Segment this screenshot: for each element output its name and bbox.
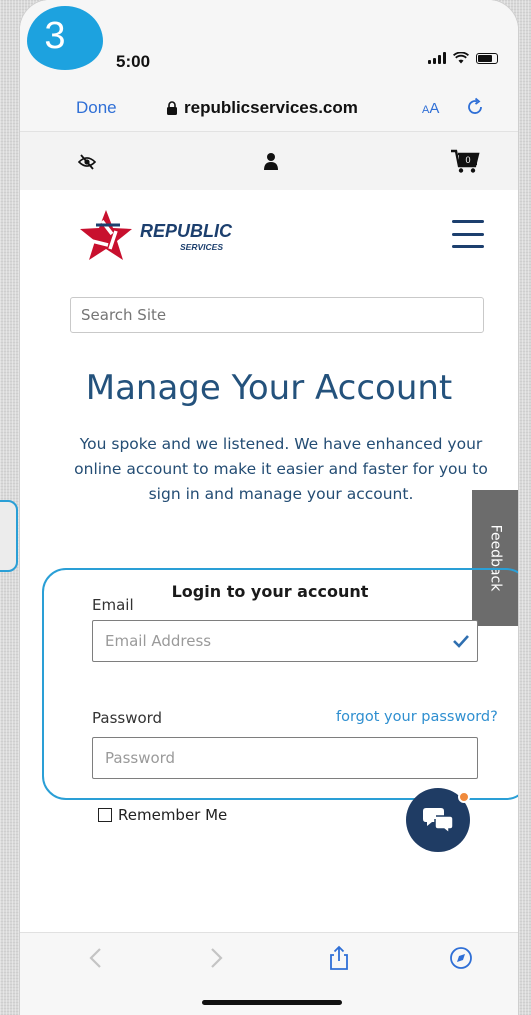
done-button[interactable]: Done (76, 98, 117, 118)
cart-icon[interactable]: 0 (450, 148, 480, 174)
lock-icon (167, 100, 177, 115)
chat-button[interactable] (406, 788, 470, 852)
checkmark-icon (453, 635, 469, 648)
share-icon[interactable] (326, 945, 352, 971)
remember-me-label: Remember Me (118, 806, 228, 824)
chat-bubble-icon (423, 808, 454, 834)
eye-off-icon[interactable] (78, 153, 96, 171)
republic-services-logo[interactable]: REPUBLIC SERVICES (76, 207, 316, 267)
hamburger-menu-icon[interactable] (452, 220, 484, 248)
text-size-button[interactable]: AA (422, 100, 439, 117)
page-title: Manage Your Account (85, 368, 453, 408)
url-text: republicservices.com (184, 98, 358, 117)
back-icon[interactable] (84, 945, 110, 971)
wifi-icon (453, 52, 469, 64)
url-display[interactable]: republicservices.com (166, 98, 358, 118)
intro-text: You spoke and we listened. We have enhan… (74, 435, 488, 503)
email-field[interactable] (92, 620, 478, 662)
browser-url-bar: Done republicservices.com AA (20, 86, 518, 132)
password-label: Password (92, 709, 163, 727)
reload-icon[interactable] (464, 96, 486, 118)
forgot-password-link[interactable]: forgot your password? (336, 709, 498, 725)
signal-icon (428, 52, 446, 64)
forward-icon[interactable] (202, 945, 228, 971)
home-indicator[interactable] (202, 1000, 342, 1005)
brand-name: REPUBLIC (140, 221, 233, 241)
status-icons (428, 52, 498, 64)
phone-screen: 5:00 Done republicservices.com AA 0 REPU… (20, 0, 518, 1015)
brand-sub: SERVICES (180, 242, 223, 252)
step-badge: 3 (27, 6, 103, 70)
password-field[interactable] (92, 737, 478, 779)
email-label: Email (92, 596, 134, 614)
compass-icon[interactable] (448, 945, 474, 971)
step-number: 3 (44, 14, 66, 57)
remember-me-checkbox[interactable]: Remember Me (98, 806, 227, 824)
battery-icon (476, 52, 498, 64)
brand-header: REPUBLIC SERVICES (20, 190, 518, 282)
cart-count: 0 (465, 155, 470, 165)
checkbox-box[interactable] (98, 808, 112, 822)
background-card-edge (0, 500, 18, 572)
search-input[interactable] (70, 297, 484, 333)
user-icon[interactable] (264, 152, 278, 170)
notification-dot (458, 791, 470, 803)
status-time: 5:00 (116, 52, 151, 71)
utility-row: 0 (20, 132, 518, 190)
